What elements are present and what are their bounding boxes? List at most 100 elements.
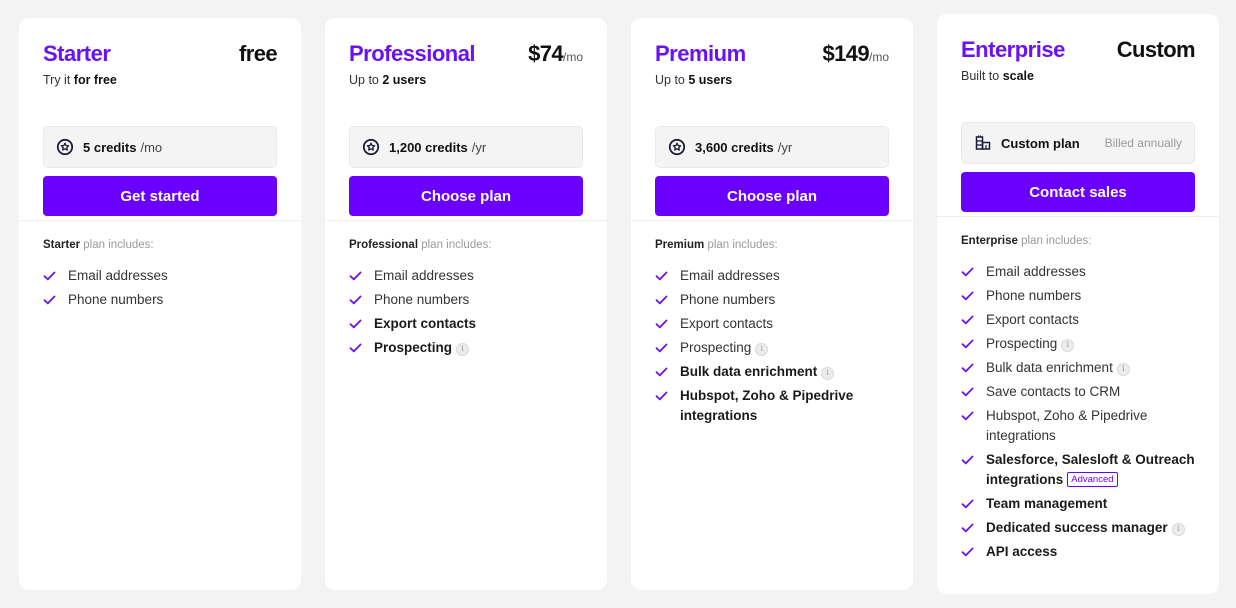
check-icon <box>961 262 975 282</box>
check-icon <box>961 518 975 538</box>
plan-name: Premium <box>655 41 746 66</box>
check-icon <box>349 338 363 358</box>
feature-label: Hubspot, Zoho & Pipedrive integrations <box>986 406 1195 446</box>
feature-label: Export contacts <box>986 310 1079 330</box>
info-icon[interactable]: i <box>1061 338 1075 352</box>
check-icon <box>961 358 975 378</box>
feature-item: Dedicated success manager i <box>961 518 1195 538</box>
feature-label: Export contacts <box>374 314 476 334</box>
feature-list: Email addresses Phone numbers Export conta… <box>349 266 583 358</box>
feature-text: Export contacts <box>374 316 477 331</box>
check-icon <box>961 382 975 402</box>
plan-cta-button[interactable]: Choose plan <box>655 176 889 216</box>
plan-name: Enterprise <box>961 37 1065 62</box>
tagline-highlight: scale <box>1002 69 1034 83</box>
feature-label: Prospecting i <box>374 338 470 358</box>
plan-header: Enterprise Custom Built to scale Custom … <box>937 14 1219 217</box>
plan-price: Custom <box>1117 36 1196 67</box>
includes-text: plan includes: <box>421 239 492 251</box>
feature-label: Email addresses <box>680 266 780 286</box>
feature-item: Save contacts to CRM <box>961 382 1195 402</box>
plan-header: Premium $149/mo Up to 5 users 3,600 cred… <box>631 18 913 221</box>
includes-heading: Premium plan includes: <box>655 237 889 253</box>
tagline-highlight: 5 users <box>688 73 733 87</box>
credits-unit: /yr <box>777 139 793 155</box>
feature-text: Email addresses <box>68 268 168 283</box>
feature-text: Prospecting <box>986 336 1058 351</box>
plan-header: Starter free Try it for free 5 credits /… <box>19 18 301 221</box>
price-amount: free <box>239 41 278 66</box>
feature-item: API access <box>961 542 1195 562</box>
credits-box: Custom plan Billed annually <box>961 122 1195 164</box>
feature-text: Hubspot, Zoho & Pipedrive integrations <box>986 408 1148 443</box>
check-icon <box>961 542 975 562</box>
tagline-highlight: 2 users <box>382 73 427 87</box>
plan-card-enterprise: Enterprise Custom Built to scale Custom … <box>937 14 1219 594</box>
price-amount: $74 <box>528 41 564 66</box>
star-badge-icon <box>362 138 380 156</box>
feature-item: Email addresses <box>655 266 889 286</box>
credits-box: 5 credits /mo <box>43 126 277 168</box>
feature-label: Bulk data enrichment i <box>680 362 835 382</box>
feature-label: Email addresses <box>68 266 168 286</box>
credits-box: 3,600 credits /yr <box>655 126 889 168</box>
plan-price: $149/mo <box>822 40 889 71</box>
tagline-prefix: Up to <box>349 73 379 87</box>
includes-heading: Enterprise plan includes: <box>961 233 1195 249</box>
info-icon[interactable]: i <box>821 366 835 380</box>
includes-text: plan includes: <box>707 239 778 251</box>
plan-price: $74/mo <box>528 40 583 71</box>
plan-features: Professional plan includes: Email addres… <box>325 221 607 358</box>
feature-label: Phone numbers <box>986 286 1081 306</box>
feature-label: API access <box>986 542 1057 562</box>
check-icon <box>961 310 975 330</box>
plan-tagline: Try it for free <box>43 72 277 88</box>
check-icon <box>961 334 975 354</box>
tagline-prefix: Built to <box>961 69 1000 83</box>
feature-label: Phone numbers <box>68 290 163 310</box>
check-icon <box>349 290 363 310</box>
plan-cta-button[interactable]: Contact sales <box>961 172 1195 212</box>
plan-price: free <box>239 40 278 71</box>
info-icon[interactable]: i <box>1171 522 1185 536</box>
feature-text: API access <box>986 544 1058 559</box>
plan-tagline: Built to scale <box>961 68 1195 84</box>
includes-heading: Professional plan includes: <box>349 237 583 253</box>
credits-amount: Custom plan <box>1001 135 1080 151</box>
check-icon <box>655 386 669 406</box>
feature-item: Phone numbers <box>961 286 1195 306</box>
info-icon[interactable]: i <box>1116 362 1130 376</box>
feature-label: Team management <box>986 494 1107 514</box>
feature-text: Save contacts to CRM <box>986 384 1121 399</box>
feature-text: Export contacts <box>680 316 774 331</box>
info-icon[interactable]: i <box>456 342 470 356</box>
check-icon <box>43 290 57 310</box>
check-icon <box>655 266 669 286</box>
feature-list: Email addresses Phone numbers Export conta… <box>961 262 1195 562</box>
feature-badge: Advanced <box>1067 471 1118 487</box>
tagline-prefix: Up to <box>655 73 685 87</box>
feature-item: Hubspot, Zoho & Pipedrive integrations <box>961 406 1195 446</box>
feature-text: Export contacts <box>986 312 1080 327</box>
check-icon <box>43 266 57 286</box>
feature-list: Email addresses Phone numbers <box>43 266 277 310</box>
check-icon <box>961 450 975 470</box>
credits-unit: /yr <box>471 139 487 155</box>
feature-item: Export contacts <box>655 314 889 334</box>
feature-item: Salesforce, Salesloft & Outreach integra… <box>961 450 1195 490</box>
plan-name: Starter <box>43 41 111 66</box>
check-icon <box>349 314 363 334</box>
plan-cta-button[interactable]: Get started <box>43 176 277 216</box>
plan-cta-button[interactable]: Choose plan <box>349 176 583 216</box>
buildings-icon <box>974 134 992 152</box>
includes-heading: Starter plan includes: <box>43 237 277 253</box>
check-icon <box>961 286 975 306</box>
check-icon <box>961 406 975 426</box>
info-icon[interactable]: i <box>755 342 769 356</box>
feature-text: Email addresses <box>986 264 1086 279</box>
feature-item: Hubspot, Zoho & Pipedrive integrations <box>655 386 889 426</box>
feature-text: Dedicated success manager <box>986 520 1168 535</box>
feature-text: Phone numbers <box>986 288 1082 303</box>
star-badge-icon <box>56 138 74 156</box>
feature-item: Team management <box>961 494 1195 514</box>
